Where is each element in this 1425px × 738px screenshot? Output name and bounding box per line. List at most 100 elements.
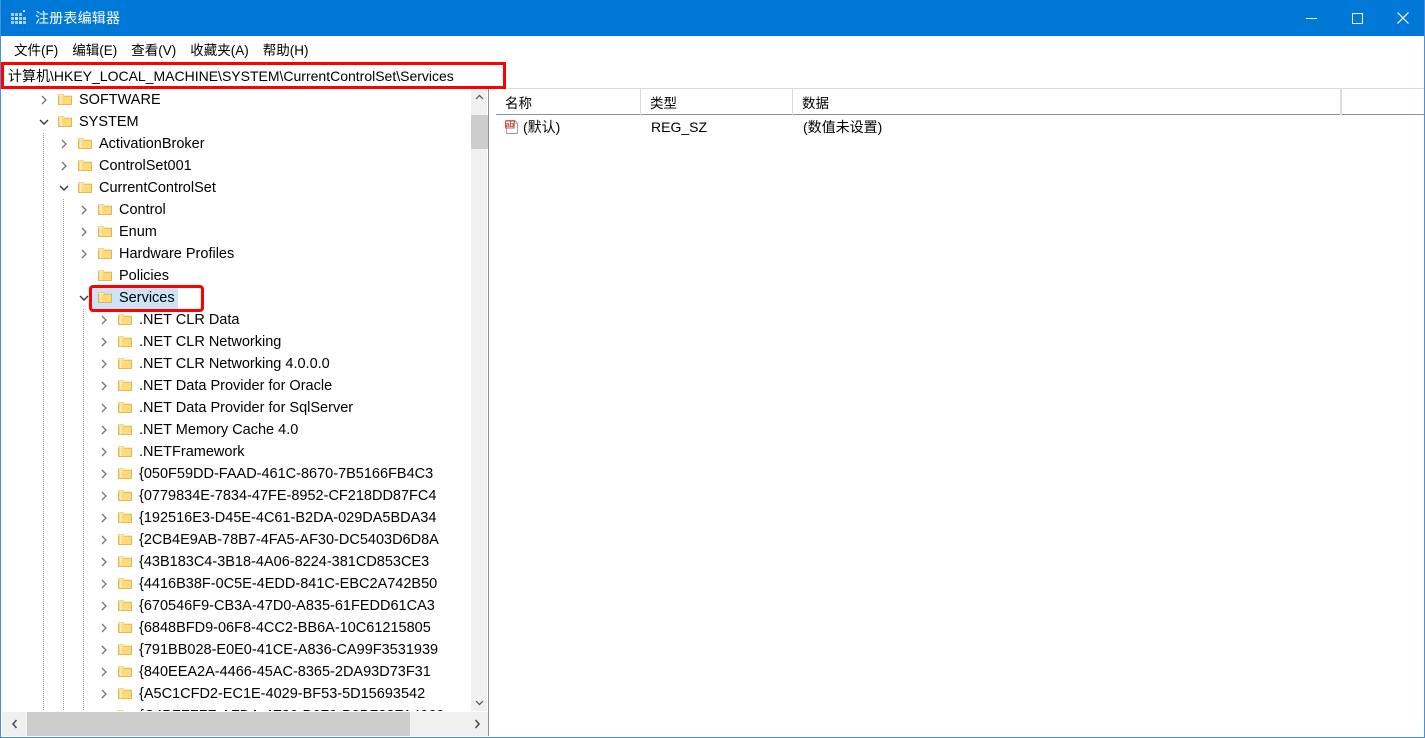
- menu-view[interactable]: 查看(V): [124, 37, 183, 61]
- scroll-right-arrow-icon[interactable]: [464, 712, 488, 737]
- chevron-right-icon[interactable]: [76, 243, 92, 265]
- column-divider[interactable]: [1341, 89, 1342, 115]
- tree-item-label: Hardware Profiles: [119, 245, 235, 262]
- tree-item[interactable]: {2CB4E9AB-78B7-4FA5-AF30-DC5403D6D8A: [2, 529, 472, 551]
- chevron-right-icon[interactable]: [36, 89, 52, 111]
- tree-guide-line: [43, 265, 44, 287]
- tree-item[interactable]: {670546F9-CB3A-47D0-A835-61FEDD61CA3: [2, 595, 472, 617]
- tree-item[interactable]: ControlSet001: [2, 155, 472, 177]
- chevron-right-icon[interactable]: [96, 507, 112, 529]
- tree-item[interactable]: Enum: [2, 221, 472, 243]
- chevron-right-icon[interactable]: [96, 419, 112, 441]
- tree-item[interactable]: {050F59DD-FAAD-461C-8670-7B5166FB4C3: [2, 463, 472, 485]
- chevron-right-icon[interactable]: [56, 155, 72, 177]
- tree-item[interactable]: .NETFramework: [2, 441, 472, 463]
- chevron-right-icon[interactable]: [96, 639, 112, 661]
- tree-item[interactable]: {0779834E-7834-47FE-8952-CF218DD87FC4: [2, 485, 472, 507]
- value-name-label: (默认): [523, 119, 561, 135]
- tree-item[interactable]: .NET Data Provider for SqlServer: [2, 397, 472, 419]
- tree-item[interactable]: Policies: [2, 265, 472, 287]
- chevron-right-icon[interactable]: [96, 441, 112, 463]
- tree-horizontal-scroll-thumb[interactable]: [27, 711, 410, 736]
- tree-item[interactable]: CurrentControlSet: [2, 177, 472, 199]
- chevron-down-icon[interactable]: [36, 111, 52, 133]
- tree-item[interactable]: {192516E3-D45E-4C61-B2DA-029DA5BDA34: [2, 507, 472, 529]
- tree-item[interactable]: {43B183C4-3B18-4A06-8224-381CD853CE3: [2, 551, 472, 573]
- chevron-right-icon[interactable]: [96, 375, 112, 397]
- title-bar[interactable]: 注册表编辑器: [1, 0, 1424, 36]
- value-row[interactable]: ab (默认) REG_SZ (数值未设置): [496, 115, 1424, 139]
- tree-item[interactable]: SOFTWARE: [2, 89, 472, 111]
- tree-item[interactable]: .NET CLR Data: [2, 309, 472, 331]
- chevron-right-icon[interactable]: [96, 397, 112, 419]
- registry-editor-window: 注册表编辑器 文件(F) 编辑(E) 查看(V) 收藏夹(A) 帮助(H) 计算机\HK…: [0, 0, 1425, 738]
- chevron-right-icon[interactable]: [56, 133, 72, 155]
- chevron-right-icon[interactable]: [96, 551, 112, 573]
- chevron-right-icon[interactable]: [96, 661, 112, 683]
- menu-file[interactable]: 文件(F): [7, 37, 65, 61]
- tree-item[interactable]: ActivationBroker: [2, 133, 472, 155]
- folder-icon: [117, 309, 133, 331]
- maximize-button[interactable]: [1334, 0, 1380, 36]
- tree-guide-line: [63, 507, 64, 529]
- tree-item[interactable]: .NET Data Provider for Oracle: [2, 375, 472, 397]
- tree-item[interactable]: {840EEA2A-4466-45AC-8365-2DA93D73F31: [2, 661, 472, 683]
- tree-item[interactable]: Services: [2, 285, 472, 311]
- address-input[interactable]: 计算机\HKEY_LOCAL_MACHINE\SYSTEM\CurrentCon…: [4, 65, 1422, 86]
- registry-tree[interactable]: SOFTWARE SYSTEM ActivationBroker ControlSet…: [2, 89, 472, 711]
- chevron-right-icon[interactable]: [96, 617, 112, 639]
- folder-icon: [117, 463, 133, 485]
- menu-edit[interactable]: 编辑(E): [65, 37, 124, 61]
- chevron-down-icon[interactable]: [76, 287, 92, 309]
- tree-item[interactable]: .NET CLR Networking 4.0.0.0: [2, 353, 472, 375]
- tree-guide-line: [63, 529, 64, 551]
- tree-item[interactable]: SYSTEM: [2, 111, 472, 133]
- chevron-right-icon[interactable]: [96, 353, 112, 375]
- tree-item[interactable]: {A5C1CFD2-EC1E-4029-BF53-5D15693542: [2, 683, 472, 705]
- tree-item-label: Enum: [119, 223, 157, 240]
- tree-item[interactable]: Control: [2, 199, 472, 221]
- folder-icon: [117, 507, 133, 529]
- tree-item[interactable]: Hardware Profiles: [2, 243, 472, 265]
- tree-item[interactable]: .NET CLR Networking: [2, 331, 472, 353]
- tree-vertical-scrollbar[interactable]: [470, 89, 488, 711]
- tree-item[interactable]: {4416B38F-0C5E-4EDD-841C-EBC2A742B50: [2, 573, 472, 595]
- chevron-right-icon[interactable]: [96, 529, 112, 551]
- column-type[interactable]: 类型: [641, 89, 793, 115]
- chevron-right-icon[interactable]: [96, 595, 112, 617]
- registry-grid-icon: [11, 10, 27, 26]
- tree-item[interactable]: .NET Memory Cache 4.0: [2, 419, 472, 441]
- scroll-up-arrow-icon[interactable]: [471, 89, 488, 106]
- tree-guide-line: [43, 199, 44, 221]
- minimize-button[interactable]: [1288, 0, 1334, 36]
- values-list[interactable]: ab (默认) REG_SZ (数值未设置): [496, 115, 1424, 139]
- chevron-right-icon[interactable]: [96, 463, 112, 485]
- folder-icon: [117, 573, 133, 595]
- tree-guide-line: [43, 397, 44, 419]
- column-data[interactable]: 数据: [793, 89, 1341, 115]
- chevron-right-icon[interactable]: [96, 683, 112, 705]
- scroll-left-arrow-icon[interactable]: [2, 712, 27, 737]
- close-button[interactable]: [1380, 0, 1424, 36]
- chevron-right-icon[interactable]: [96, 573, 112, 595]
- tree-vertical-scroll-thumb[interactable]: [471, 115, 488, 149]
- tree-item[interactable]: {6848BFD9-06F8-4CC2-BB6A-10C61215805: [2, 617, 472, 639]
- scroll-down-arrow-icon[interactable]: [471, 694, 488, 711]
- menu-favorites[interactable]: 收藏夹(A): [183, 37, 256, 61]
- tree-guide-line: [63, 397, 64, 419]
- chevron-right-icon[interactable]: [96, 331, 112, 353]
- tree-guide-line: [43, 155, 44, 177]
- column-name[interactable]: 名称: [496, 89, 641, 115]
- tree-item[interactable]: {791BB028-E0E0-41CE-A836-CA99F3531939: [2, 639, 472, 661]
- tree-guide-line: [63, 419, 64, 441]
- menu-help[interactable]: 帮助(H): [256, 37, 316, 61]
- chevron-right-icon[interactable]: [96, 309, 112, 331]
- tree-horizontal-scrollbar[interactable]: [2, 711, 488, 737]
- tree-guide-line: [83, 661, 84, 683]
- tree-guide-line: [43, 177, 44, 199]
- chevron-down-icon[interactable]: [56, 177, 72, 199]
- tree-guide-line: [83, 595, 84, 617]
- chevron-right-icon[interactable]: [96, 485, 112, 507]
- chevron-right-icon[interactable]: [76, 221, 92, 243]
- chevron-right-icon[interactable]: [76, 199, 92, 221]
